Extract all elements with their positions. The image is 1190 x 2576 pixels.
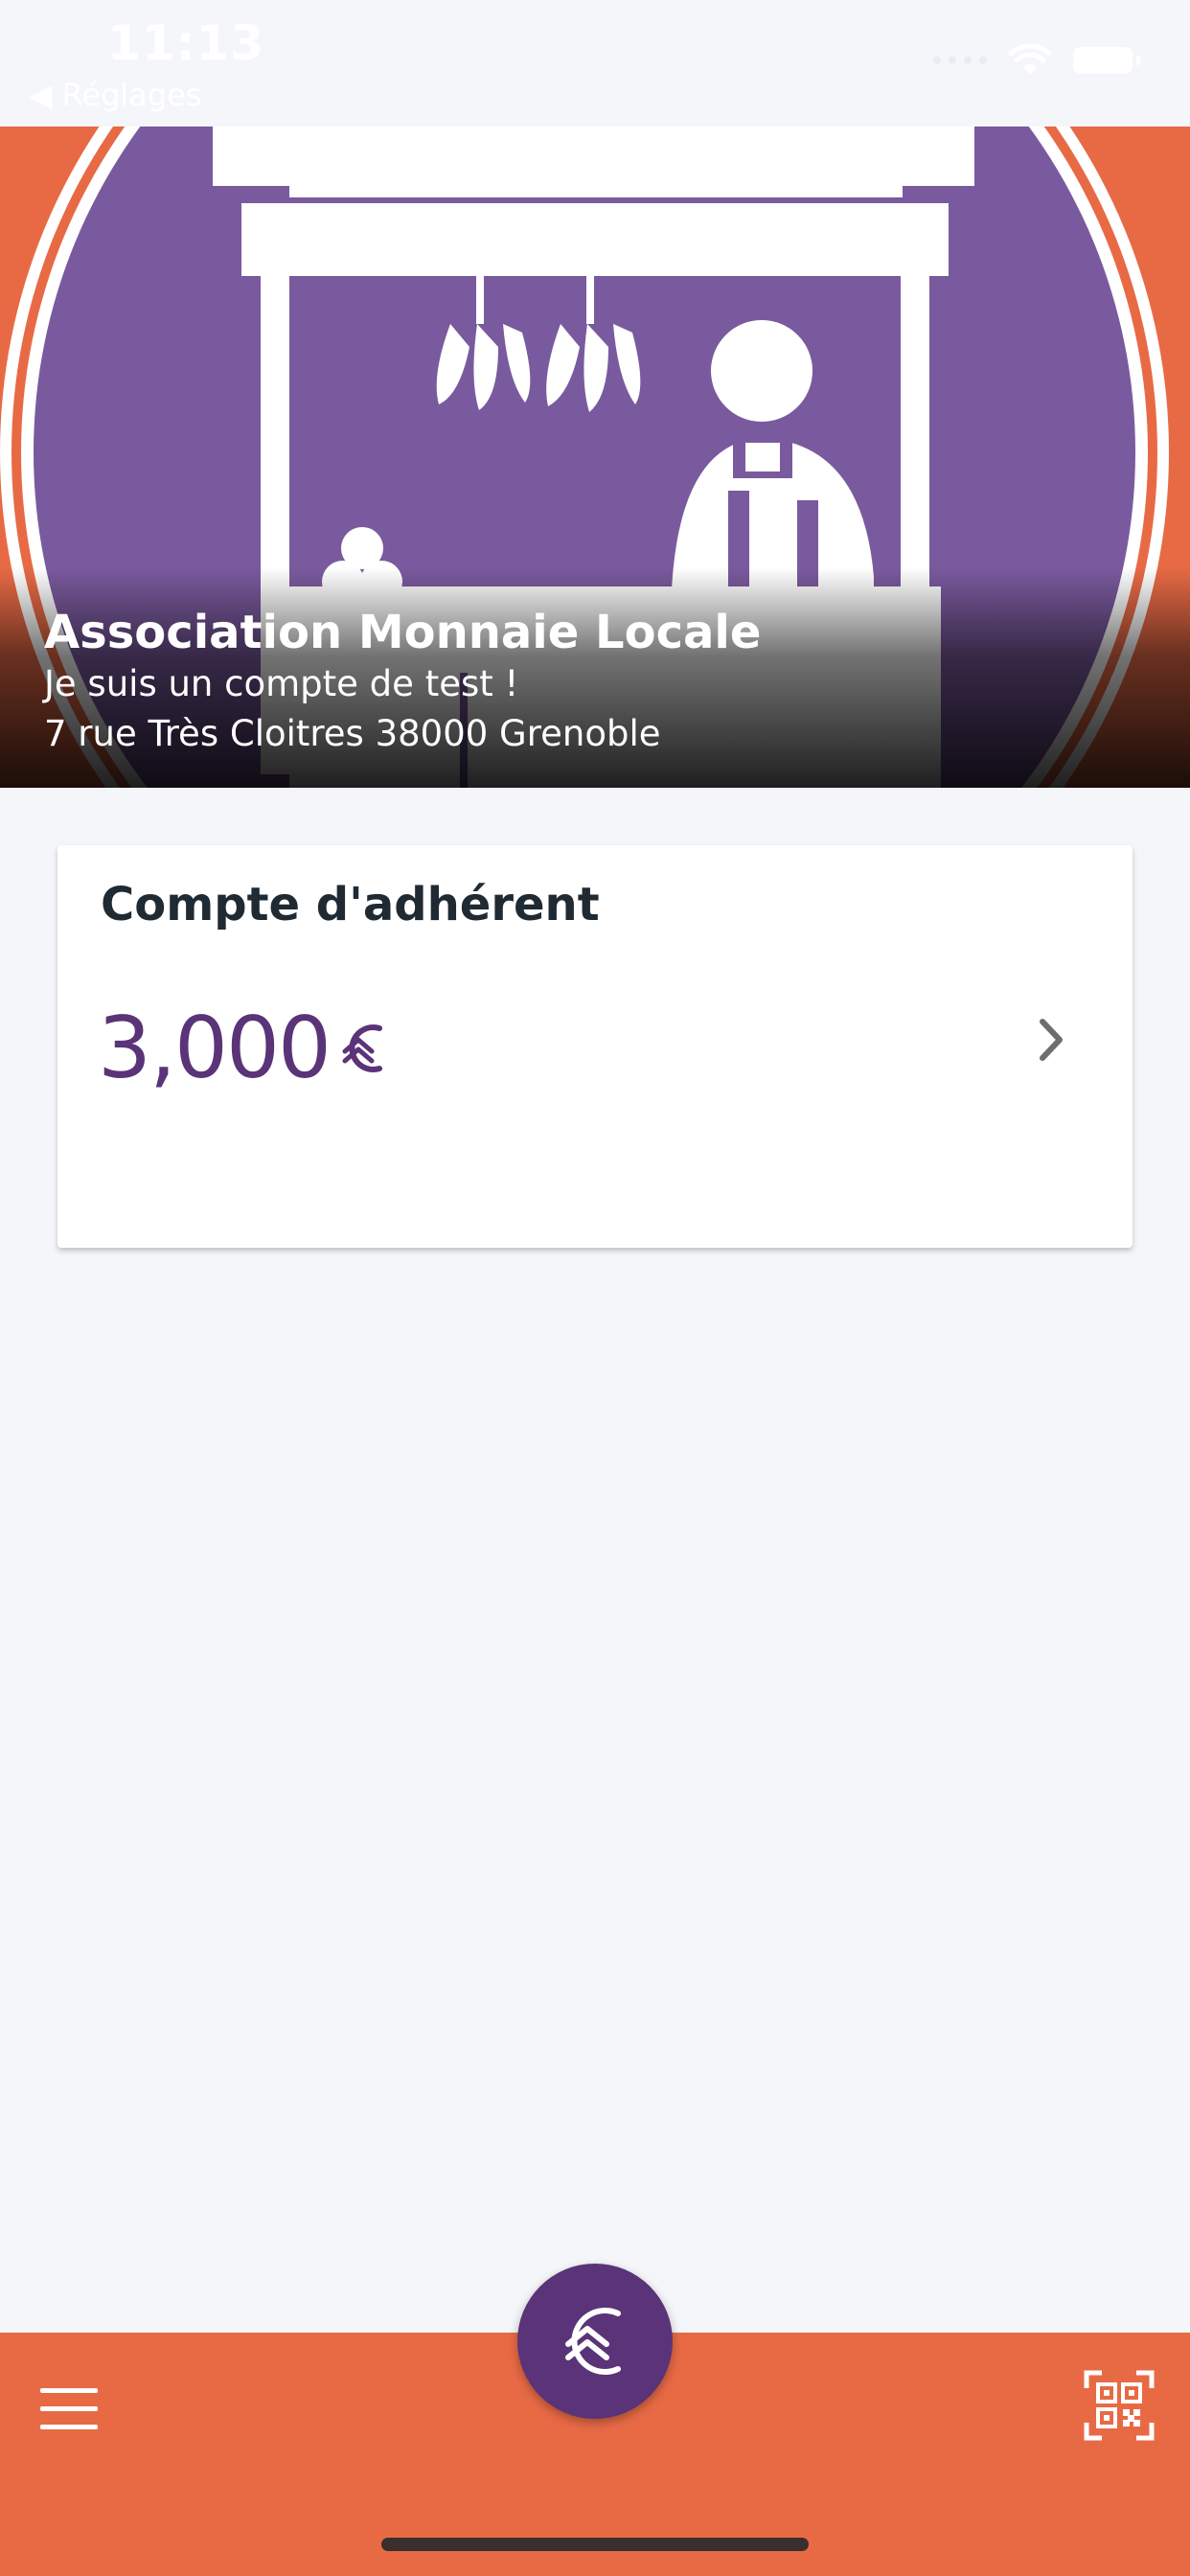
hamburger-menu-icon[interactable] — [40, 2388, 98, 2436]
status-bar: 11:13 ◀ Réglages — [0, 0, 1190, 126]
local-currency-icon — [565, 2308, 621, 2375]
back-arrow-icon: ◀ — [29, 77, 53, 113]
chevron-right-icon — [1040, 1019, 1063, 1061]
account-card-title: Compte d'adhérent — [101, 878, 600, 932]
back-label: Réglages — [61, 77, 202, 113]
cellular-signal-icon — [933, 57, 987, 64]
hero-banner: Association Monnaie Locale Je suis un co… — [0, 126, 1190, 788]
wifi-icon — [1008, 44, 1052, 77]
pay-fab-button[interactable] — [517, 2264, 673, 2419]
member-account-card[interactable]: Compte d'adhérent 3,000 — [57, 845, 1133, 1248]
account-balance: 3,000 — [98, 999, 389, 1097]
back-to-settings-link[interactable]: ◀ Réglages — [29, 77, 202, 113]
qr-code-scan-icon[interactable] — [1083, 2369, 1156, 2442]
hero-subtitle: Je suis un compte de test ! — [44, 663, 519, 704]
battery-icon — [1073, 47, 1140, 74]
status-indicators — [933, 44, 1140, 77]
home-indicator — [381, 2538, 809, 2551]
account-balance-amount: 3,000 — [98, 999, 332, 1097]
local-currency-icon — [342, 1024, 382, 1072]
hero-address: 7 rue Très Cloitres 38000 Grenoble — [44, 713, 661, 754]
status-time: 11:13 — [107, 15, 265, 71]
hero-title: Association Monnaie Locale — [44, 606, 762, 659]
